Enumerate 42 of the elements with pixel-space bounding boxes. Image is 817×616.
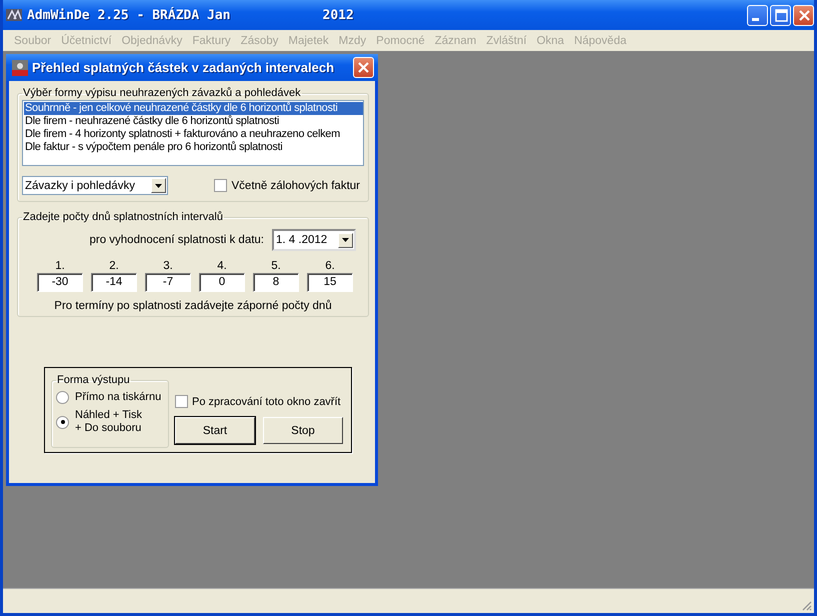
close-button[interactable] — [793, 4, 814, 26]
group-label: Zadejte počty dnů splatnostních intervalů — [22, 211, 224, 223]
window-title: AdmWinDe 2.25 - BRÁZDA Jan — [27, 8, 230, 22]
window-year: 2012 — [322, 8, 354, 22]
type-dropdown[interactable]: Závazky i pohledávky — [22, 176, 168, 195]
list-item[interactable]: Dle firem - 4 horizonty splatnosti + fakturováno a neuhrazeno celkem — [24, 128, 363, 141]
close-button[interactable] — [353, 57, 374, 78]
interval-label: 1. — [55, 259, 65, 273]
output-radio[interactable]: Náhled + Tisk + Do souboru — [56, 409, 166, 435]
group-label: Forma výstupu — [56, 374, 131, 386]
interval-label: 3. — [163, 259, 173, 273]
interval-field[interactable]: -30 — [37, 273, 83, 292]
app-icon — [12, 60, 28, 76]
interval-field[interactable]: 0 — [199, 273, 245, 292]
interval-label: 2. — [109, 259, 119, 273]
maximize-button[interactable] — [770, 4, 791, 26]
caret-icon — [155, 184, 162, 188]
start-button[interactable]: Start — [175, 417, 255, 444]
resize-grip-icon[interactable] — [800, 599, 812, 611]
list-item[interactable]: Dle firem - neuhrazené částky dle 6 horizontů splatnosti — [24, 115, 363, 128]
minimize-icon — [752, 18, 759, 20]
date-picker[interactable]: 1. 4 .2012 — [272, 229, 356, 251]
interval-label: 4. — [217, 259, 227, 273]
interval-field[interactable]: 8 — [253, 273, 299, 292]
caret-icon — [342, 238, 349, 242]
interval-field[interactable]: -7 — [145, 273, 191, 292]
interval-label: 5. — [271, 259, 281, 273]
interval-field[interactable]: -14 — [91, 273, 137, 292]
list-item[interactable]: Dle faktur - s výpočtem penále pro 6 horizontů splatnosti — [24, 141, 363, 154]
interval-label: 6. — [325, 259, 335, 273]
output-radio[interactable]: Přímo na tiskárnu — [56, 391, 166, 404]
date-label: pro vyhodnocení splatnosti k datu: — [89, 234, 264, 246]
list-item[interactable]: Souhrnně - jen celkové neuhrazené částky dle 6 horizontů splatnosti — [24, 102, 363, 115]
dialog-title: Přehled splatných částek v zadaných intervalech — [32, 60, 334, 75]
close-after-checkbox[interactable]: Po zpracování toto okno zavřít — [175, 395, 343, 408]
interval-field[interactable]: 15 — [307, 273, 353, 292]
app-icon — [5, 7, 23, 23]
minimize-button[interactable] — [747, 4, 768, 26]
hint-text: Pro termíny po splatnosti zadávejte záporné počty dnů — [53, 300, 333, 312]
group-label: Výběr formy výpisu neuhrazených závazků a pohledávek — [22, 87, 302, 99]
advances-checkbox[interactable]: Včetně zálohových faktur — [214, 179, 360, 192]
stop-button[interactable]: Stop — [263, 417, 343, 444]
